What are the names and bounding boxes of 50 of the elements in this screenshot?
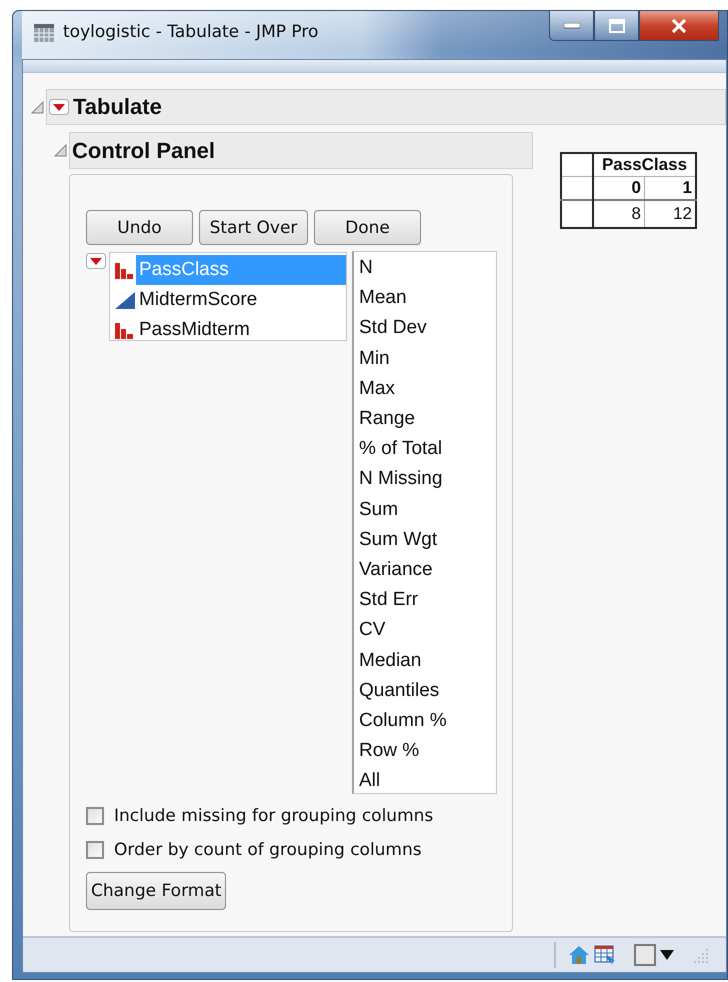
dropdown-arrow-icon[interactable] bbox=[660, 950, 674, 960]
window-title: toylogistic - Tabulate - JMP Pro bbox=[63, 21, 318, 43]
checkbox-label: Include missing for grouping columns bbox=[114, 806, 434, 826]
statistic-item[interactable]: Column % bbox=[359, 706, 496, 736]
variable-item[interactable]: MidtermScore bbox=[114, 285, 346, 315]
checkbox[interactable] bbox=[86, 841, 104, 859]
statistic-item[interactable]: N bbox=[359, 253, 496, 284]
statistic-item[interactable]: Sum bbox=[359, 494, 496, 525]
minimize-button[interactable] bbox=[549, 11, 594, 41]
statistic-item[interactable]: Min bbox=[359, 344, 496, 374]
checkbox[interactable] bbox=[86, 807, 104, 825]
statistic-item[interactable]: Mean bbox=[359, 283, 496, 314]
statistic-item[interactable]: Std Err bbox=[359, 585, 496, 616]
action-button[interactable]: Done bbox=[314, 210, 421, 245]
maximize-button[interactable] bbox=[594, 11, 639, 41]
action-button[interactable]: Undo bbox=[86, 210, 193, 245]
table-cell: 8 bbox=[593, 200, 644, 228]
variable-item[interactable]: PassMidterm bbox=[114, 315, 346, 345]
data-table-icon[interactable] bbox=[594, 945, 616, 965]
statistic-item[interactable]: Median bbox=[359, 646, 496, 676]
checkbox-label: Order by count of grouping columns bbox=[114, 840, 422, 860]
statistic-item[interactable]: Row % bbox=[359, 736, 496, 766]
collapse-triangle-icon[interactable] bbox=[31, 100, 44, 114]
table-cell bbox=[561, 200, 593, 228]
statistic-item[interactable]: All bbox=[359, 766, 496, 797]
triangle-icon bbox=[114, 290, 136, 310]
close-button[interactable] bbox=[639, 11, 719, 41]
close-icon bbox=[671, 18, 687, 32]
bar-chart-icon bbox=[114, 320, 136, 340]
statistic-item[interactable]: Variance bbox=[359, 555, 496, 586]
table-cell bbox=[561, 153, 593, 176]
bar-chart-icon bbox=[114, 260, 136, 280]
statistic-item[interactable]: N Missing bbox=[359, 464, 496, 495]
statistic-item[interactable]: Quantiles bbox=[359, 676, 496, 706]
maximize-icon bbox=[608, 18, 624, 32]
statistic-item[interactable]: Sum Wgt bbox=[359, 524, 496, 556]
square-icon[interactable] bbox=[634, 944, 656, 966]
statistic-item[interactable]: Range bbox=[359, 404, 496, 434]
table-icon bbox=[33, 21, 55, 43]
statistic-item[interactable]: Max bbox=[359, 374, 496, 404]
change-format-button[interactable]: Change Format bbox=[86, 872, 226, 910]
statistic-item[interactable]: Std Dev bbox=[359, 313, 496, 344]
statistic-item[interactable]: CV bbox=[359, 615, 496, 646]
statistic-item[interactable]: % of Total bbox=[359, 434, 496, 464]
collapse-triangle-icon[interactable] bbox=[54, 144, 67, 157]
action-button[interactable]: Start Over bbox=[199, 210, 308, 245]
minimize-icon bbox=[564, 22, 580, 28]
panel-title: Control Panel bbox=[72, 138, 216, 164]
report-title: Tabulate bbox=[73, 94, 162, 120]
home-icon[interactable] bbox=[568, 945, 590, 965]
